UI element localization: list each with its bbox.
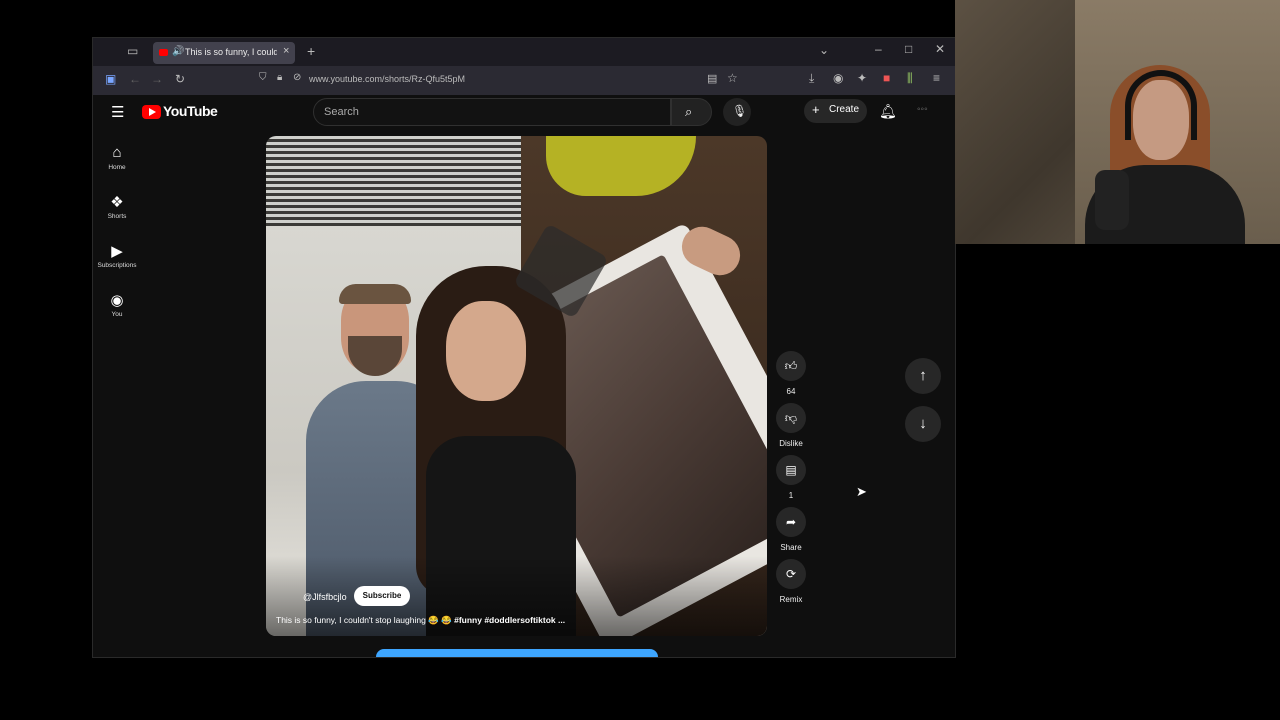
menu-icon[interactable]: ≡: [933, 71, 940, 85]
search-placeholder: Search: [324, 106, 359, 118]
notifications-bell-icon[interactable]: 🔔︎: [879, 103, 897, 120]
share-label: Share: [780, 543, 802, 552]
extensions-icon[interactable]: ✦: [857, 71, 867, 85]
sidebar-label: Shorts: [107, 213, 127, 220]
reload-icon[interactable]: ↻: [175, 72, 185, 86]
maximize-icon[interactable]: □: [905, 42, 912, 56]
create-button[interactable]: + Create: [804, 99, 867, 123]
tab-close-icon[interactable]: ×: [283, 45, 289, 57]
browser-toolbar: ▣ ← → ↻ ⛉ 🔒︎ ⊘ www.youtube.com/shorts/Rz…: [93, 66, 955, 95]
play-triangle-icon: [149, 108, 156, 116]
comment-count: 1: [788, 491, 794, 500]
microphone-icon: 🎙︎: [732, 104, 748, 118]
next-short-preview[interactable]: [376, 649, 658, 657]
bookmark-star-icon[interactable]: ☆: [727, 71, 738, 85]
channel-handle[interactable]: @Jlfsfbcjlo: [303, 592, 347, 602]
youtube-logo-text[interactable]: YouTube: [163, 103, 218, 119]
headphones-icon: [1125, 70, 1197, 140]
sidebar-item-you[interactable]: ◉ You: [93, 291, 141, 318]
create-label: Create: [829, 104, 860, 115]
tab-youtube-short[interactable]: 🔊 This is so funny, I couldn't stop laug…: [153, 42, 295, 64]
webcam-overlay: [955, 0, 1280, 244]
sidebar-item-subscriptions[interactable]: ▶ Subscriptions: [93, 242, 141, 269]
tab-bar: ▭ 🔊 This is so funny, I couldn't stop la…: [93, 38, 955, 66]
comments-button[interactable]: ▤ 1: [772, 455, 810, 500]
sidebar-label: Subscriptions: [97, 262, 137, 269]
search-icon: ⌕: [685, 104, 693, 119]
caption-hashtags[interactable]: #funny #doddlersoftiktok ...: [454, 615, 565, 625]
youtube-favicon-icon: [159, 49, 168, 56]
youtube-header: ☰ YouTube Search ⌕ 🎙︎ + Create 🔔︎ ◦◦◦: [93, 95, 955, 130]
account-icon[interactable]: ◉: [833, 71, 843, 85]
shield-icon[interactable]: ⛉: [259, 72, 267, 83]
sidebar-item-home[interactable]: ⌂ Home: [93, 144, 141, 171]
you-icon: ◉: [110, 292, 124, 309]
remix-icon: ⟳: [776, 559, 806, 589]
dislike-label: Dislike: [779, 439, 803, 448]
video-caption[interactable]: This is so funny, I couldn't stop laughi…: [276, 615, 565, 626]
share-button[interactable]: ➦ Share: [772, 507, 810, 552]
search-input[interactable]: Search: [313, 98, 671, 126]
subscribe-label: Subscribe: [362, 591, 402, 600]
remix-button[interactable]: ⟳ Remix: [772, 559, 810, 604]
thumbs-up-icon: 👍︎: [776, 351, 806, 381]
window-close-icon[interactable]: ✕: [935, 42, 945, 56]
lock-icon[interactable]: 🔒︎: [277, 72, 282, 83]
share-arrow-icon: ➦: [776, 507, 806, 537]
sidebar-label: Home: [108, 164, 126, 171]
back-icon[interactable]: ←: [129, 72, 141, 86]
thumbs-down-icon: 👎︎: [776, 403, 806, 433]
home-icon: ⌂: [112, 144, 122, 161]
shorts-icon: ❖: [110, 194, 124, 211]
short-video-player[interactable]: @Jlfsfbcjlo Subscribe This is so funny, …: [266, 136, 767, 636]
sidebar-item-shorts[interactable]: ❖ Shorts: [93, 193, 141, 220]
arrow-down-icon: ↓: [919, 415, 927, 432]
previous-short-button[interactable]: ↑: [905, 358, 941, 394]
sidebar-toggle-icon[interactable]: ▣: [105, 72, 116, 86]
caption-text: This is so funny, I couldn't stop laughi…: [276, 615, 455, 625]
like-count: 64: [786, 387, 796, 396]
arrow-up-icon: ↑: [919, 367, 927, 384]
plus-icon: +: [812, 102, 820, 117]
hamburger-menu-icon[interactable]: ☰: [111, 103, 124, 121]
voice-search-button[interactable]: 🎙︎: [723, 98, 751, 126]
downloads-icon[interactable]: ⤓: [809, 71, 814, 86]
video-window-blinds: [266, 136, 521, 226]
next-short-button[interactable]: ↓: [905, 406, 941, 442]
forward-icon[interactable]: →: [151, 72, 163, 86]
tab-manager-icon[interactable]: ▭: [127, 44, 138, 58]
new-tab-button[interactable]: +: [307, 43, 315, 59]
search-button[interactable]: ⌕: [671, 98, 712, 126]
extension-badge-icon[interactable]: ■: [883, 71, 890, 85]
mouse-cursor-icon: ➤: [856, 484, 867, 499]
equalizer-icon[interactable]: ⫼: [907, 71, 913, 86]
url-bar[interactable]: www.youtube.com/shorts/Rz-Qfu5t5pM: [309, 74, 465, 84]
microphone-stand-icon: [1095, 170, 1129, 230]
minimize-icon[interactable]: –: [875, 42, 882, 56]
avatar-loading-icon[interactable]: ◦◦◦: [917, 104, 928, 115]
tab-title: This is so funny, I couldn't stop laughi…: [185, 47, 277, 57]
like-button[interactable]: 👍︎ 64: [772, 351, 810, 396]
remix-label: Remix: [779, 595, 803, 604]
browser-window: ▭ 🔊 This is so funny, I couldn't stop la…: [92, 37, 956, 658]
subscriptions-icon: ▶: [111, 243, 123, 260]
speaker-icon[interactable]: 🔊: [172, 46, 184, 57]
subscribe-button[interactable]: Subscribe: [354, 586, 410, 606]
sidebar-label: You: [111, 311, 123, 318]
dislike-button[interactable]: 👎︎ Dislike: [772, 403, 810, 448]
reader-view-icon[interactable]: ▤: [707, 72, 717, 85]
permissions-icon[interactable]: ⊘: [293, 72, 301, 83]
comment-icon: ▤: [776, 455, 806, 485]
list-tabs-icon[interactable]: ⌄: [819, 43, 829, 57]
